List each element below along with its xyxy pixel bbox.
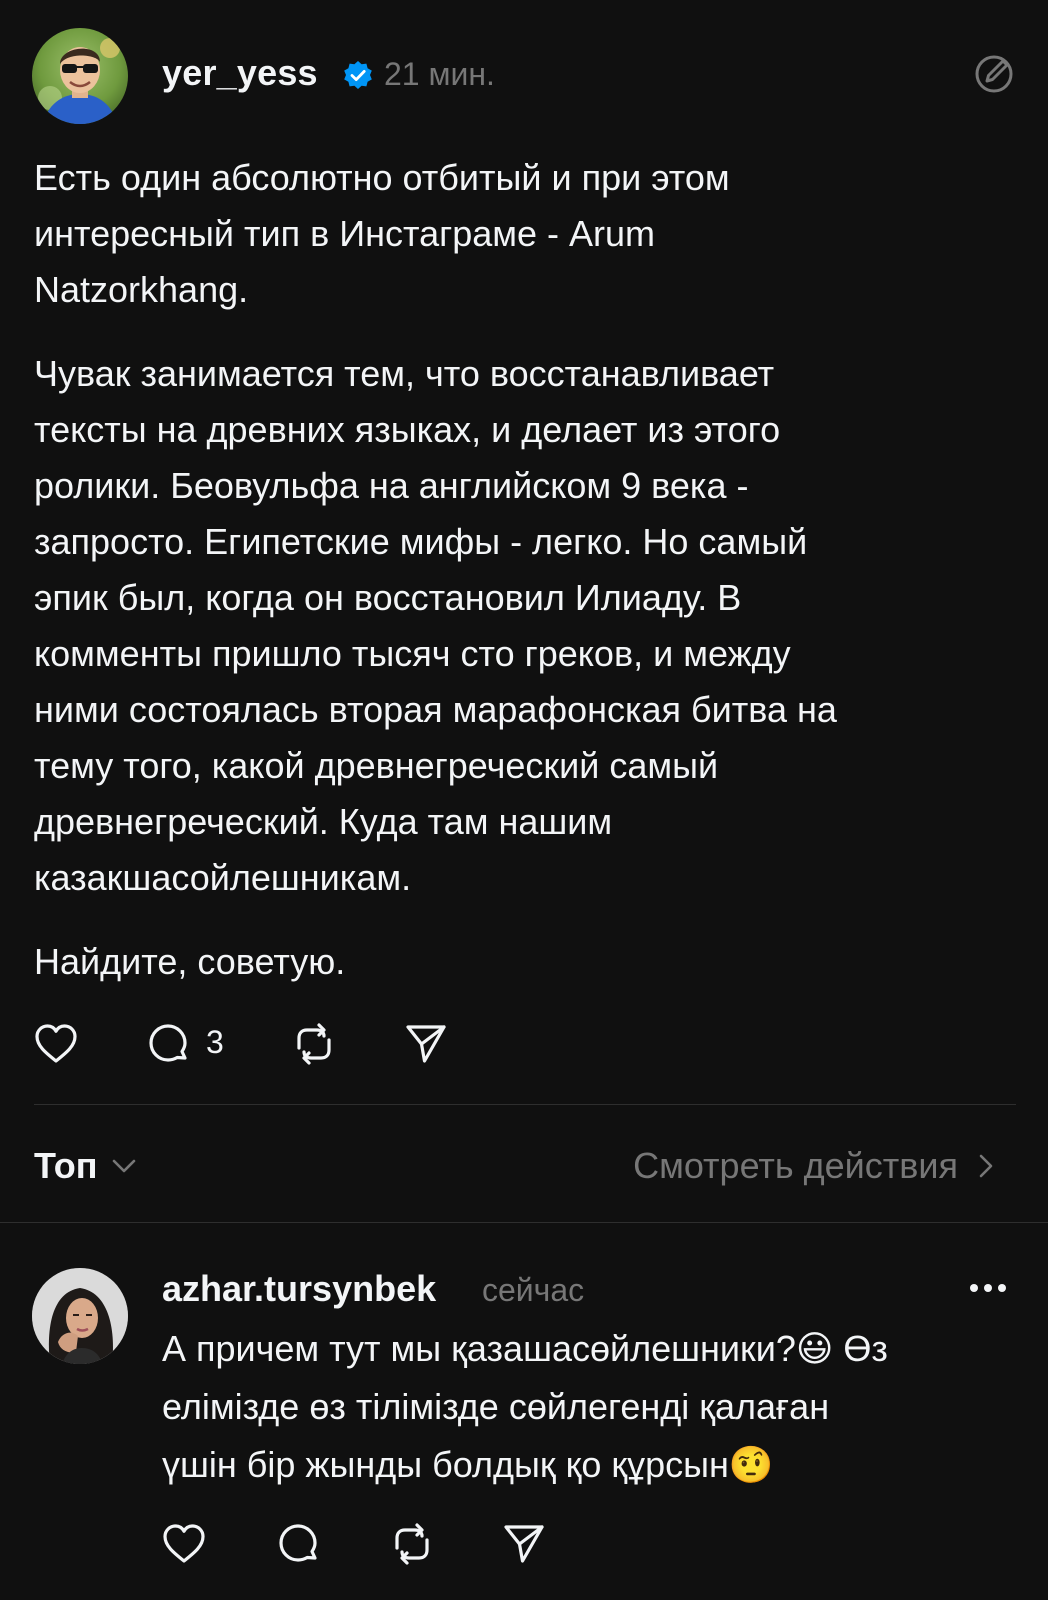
reply-text: А причем тут мы қазашасөйлешники?😃 Өз ел… (162, 1328, 888, 1485)
post-author-avatar[interactable] (32, 28, 128, 124)
comment-bubble-icon (279, 1524, 317, 1562)
more-horizontal-icon (970, 1284, 1006, 1292)
repost-icon (395, 1523, 429, 1565)
heart-icon (163, 1524, 205, 1563)
chevron-right-icon (979, 1154, 993, 1178)
post-text-paragraph: Найдите, советую. (34, 941, 346, 982)
more-options-button[interactable] (962, 1272, 1014, 1304)
reply-repost-button[interactable] (388, 1520, 436, 1568)
view-activity-label: Смотреть действия (633, 1145, 958, 1186)
reply-author-username[interactable]: azhar.tursynbek (162, 1268, 436, 1310)
comment-button[interactable] (144, 1020, 192, 1068)
verified-badge-icon (342, 60, 374, 92)
share-button[interactable] (402, 1020, 450, 1068)
heart-icon (35, 1024, 77, 1063)
divider (34, 1104, 1016, 1105)
comment-bubble-icon (149, 1024, 187, 1062)
send-icon (406, 1025, 446, 1063)
edit-icon[interactable] (972, 52, 1016, 96)
sort-label: Топ (34, 1145, 98, 1186)
send-icon (504, 1525, 544, 1563)
reply-comment-button[interactable] (274, 1520, 322, 1568)
post-timestamp: 21 мин. (384, 56, 495, 92)
post-author-username[interactable]: yer_yess (162, 52, 318, 94)
repost-button[interactable] (290, 1020, 338, 1068)
reply-author-avatar[interactable] (32, 1268, 128, 1364)
view-activity-link[interactable]: Смотреть действия (633, 1144, 1000, 1188)
repost-icon (297, 1023, 331, 1065)
post-text-paragraph: Чувак занимается тем, что восстанавливае… (34, 353, 837, 898)
reply-share-button[interactable] (500, 1520, 548, 1568)
reply-like-button[interactable] (160, 1520, 208, 1568)
like-button[interactable] (32, 1020, 80, 1068)
divider (0, 1222, 1048, 1223)
comment-count: 3 (206, 1024, 224, 1060)
reply-timestamp: сейчас (482, 1272, 585, 1308)
sort-dropdown[interactable]: Топ (34, 1144, 139, 1188)
post-text-paragraph: Есть один абсолютно отбитый и при этом и… (34, 157, 730, 310)
chevron-down-icon (113, 1159, 136, 1173)
